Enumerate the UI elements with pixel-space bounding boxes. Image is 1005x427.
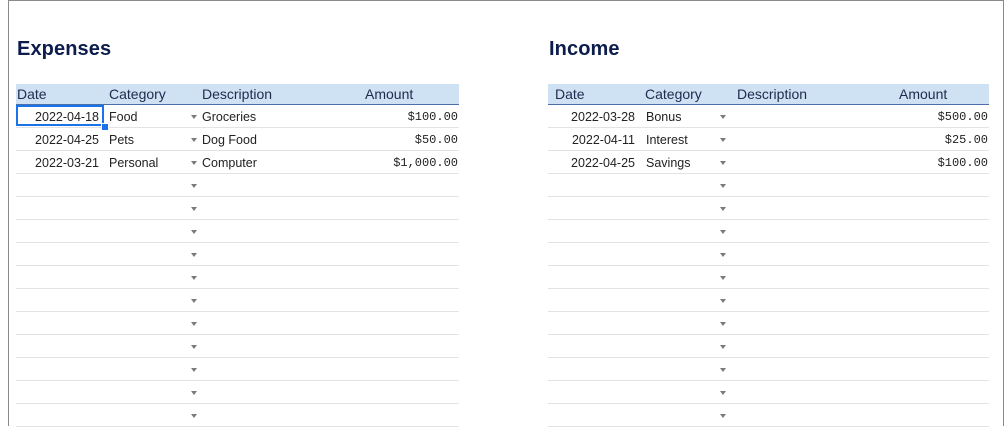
spreadsheet-grid: Expenses Date Category Description Amoun…	[8, 0, 1004, 427]
expenses-amount-cell[interactable]: $1,000.00	[393, 156, 458, 170]
chevron-down-icon[interactable]	[720, 299, 726, 303]
expenses-description-cell[interactable]: Computer	[202, 156, 257, 170]
income-table-row	[548, 335, 989, 358]
income-header-row: Date Category Description Amount	[548, 84, 989, 105]
income-table: Date Category Description Amount 2022-03…	[548, 84, 989, 427]
expenses-table-row	[16, 312, 459, 335]
chevron-down-icon[interactable]	[720, 161, 726, 165]
income-amount-cell[interactable]: $100.00	[938, 156, 988, 170]
chevron-down-icon[interactable]	[720, 391, 726, 395]
income-category-cell[interactable]: Savings	[646, 156, 690, 170]
income-date-cell[interactable]: 2022-04-25	[571, 156, 635, 170]
expenses-header-description: Description	[202, 86, 273, 102]
income-body: 2022-03-28 Bonus $500.00 2022-04-11 Interest…	[548, 105, 989, 427]
expenses-header-date: Date	[17, 86, 47, 102]
expenses-table-row	[16, 358, 459, 381]
income-category-cell[interactable]: Bonus	[646, 110, 681, 124]
expenses-category-cell[interactable]: Pets	[109, 133, 134, 147]
expenses-body: 2022-04-18 Food Groceries $100.00 2022-04-25…	[16, 105, 459, 427]
expenses-header-amount: Amount	[365, 86, 414, 102]
chevron-down-icon[interactable]	[191, 276, 197, 280]
expenses-date-cell[interactable]: 2022-03-21	[35, 156, 99, 170]
income-table-row	[548, 266, 989, 289]
expenses-description-cell[interactable]: Groceries	[202, 110, 256, 124]
expenses-table: Date Category Description Amount 2022-04…	[16, 84, 459, 427]
income-table-row: 2022-03-28 Bonus $500.00	[548, 105, 989, 128]
expenses-table-row	[16, 289, 459, 312]
chevron-down-icon[interactable]	[720, 276, 726, 280]
expenses-table-row	[16, 243, 459, 266]
expenses-header-row: Date Category Description Amount	[16, 84, 459, 105]
selected-cell-outline	[16, 105, 104, 126]
chevron-down-icon[interactable]	[191, 138, 197, 142]
income-date-cell[interactable]: 2022-04-11	[572, 133, 635, 147]
expenses-table-row: 2022-03-21 Personal Computer $1,000.00	[16, 151, 459, 174]
chevron-down-icon[interactable]	[191, 253, 197, 257]
expenses-description-cell[interactable]: Dog Food	[202, 133, 257, 147]
income-title: Income	[549, 38, 620, 60]
chevron-down-icon[interactable]	[191, 322, 197, 326]
expenses-table-row	[16, 381, 459, 404]
income-table-row	[548, 381, 989, 404]
income-table-row: 2022-04-25 Savings $100.00	[548, 151, 989, 174]
expenses-table-row: 2022-04-25 Pets Dog Food $50.00	[16, 128, 459, 151]
expenses-table-row	[16, 174, 459, 197]
income-table-row	[548, 243, 989, 266]
chevron-down-icon[interactable]	[191, 230, 197, 234]
expenses-table-row	[16, 404, 459, 427]
chevron-down-icon[interactable]	[191, 345, 197, 349]
expenses-table-row: 2022-04-18 Food Groceries $100.00	[16, 105, 459, 131]
income-table-row	[548, 312, 989, 335]
income-header-date: Date	[555, 86, 585, 102]
income-table-row	[548, 358, 989, 381]
income-table-row	[548, 404, 989, 427]
chevron-down-icon[interactable]	[191, 391, 197, 395]
chevron-down-icon[interactable]	[720, 322, 726, 326]
chevron-down-icon[interactable]	[720, 368, 726, 372]
income-amount-cell[interactable]: $500.00	[938, 110, 988, 124]
expenses-table-row	[16, 197, 459, 220]
chevron-down-icon[interactable]	[191, 299, 197, 303]
income-table-row	[548, 197, 989, 220]
income-table-row: 2022-04-11 Interest $25.00	[548, 128, 989, 151]
chevron-down-icon[interactable]	[720, 207, 726, 211]
chevron-down-icon[interactable]	[720, 345, 726, 349]
chevron-down-icon[interactable]	[720, 184, 726, 188]
chevron-down-icon[interactable]	[191, 414, 197, 418]
chevron-down-icon[interactable]	[191, 368, 197, 372]
expenses-table-row	[16, 335, 459, 358]
chevron-down-icon[interactable]	[720, 138, 726, 142]
income-table-row	[548, 174, 989, 197]
income-table-row	[548, 289, 989, 312]
income-table-row	[548, 220, 989, 243]
expenses-category-cell[interactable]: Food	[109, 110, 138, 124]
income-amount-cell[interactable]: $25.00	[945, 133, 988, 147]
expenses-amount-cell[interactable]: $100.00	[408, 110, 458, 124]
expenses-amount-cell[interactable]: $50.00	[415, 133, 458, 147]
income-header-category: Category	[645, 86, 702, 102]
chevron-down-icon[interactable]	[720, 230, 726, 234]
chevron-down-icon[interactable]	[191, 184, 197, 188]
chevron-down-icon[interactable]	[720, 414, 726, 418]
expenses-date-cell[interactable]: 2022-04-25	[35, 133, 99, 147]
income-date-cell[interactable]: 2022-03-28	[571, 110, 635, 124]
expenses-table-row	[16, 220, 459, 243]
income-category-cell[interactable]: Interest	[646, 133, 688, 147]
chevron-down-icon[interactable]	[720, 253, 726, 257]
chevron-down-icon[interactable]	[191, 115, 197, 119]
income-header-amount: Amount	[899, 86, 948, 102]
income-header-description: Description	[737, 86, 808, 102]
chevron-down-icon[interactable]	[720, 115, 726, 119]
chevron-down-icon[interactable]	[191, 207, 197, 211]
expenses-title: Expenses	[17, 38, 112, 60]
chevron-down-icon[interactable]	[191, 161, 197, 165]
expenses-header-category: Category	[109, 86, 166, 102]
expenses-table-row	[16, 266, 459, 289]
expenses-category-cell[interactable]: Personal	[109, 156, 158, 170]
